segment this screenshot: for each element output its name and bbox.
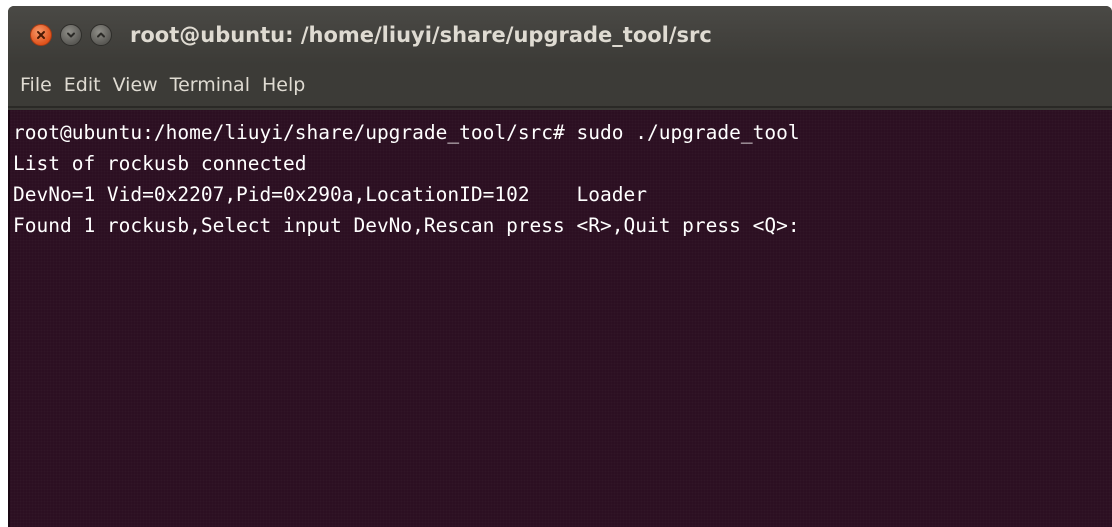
terminal-output[interactable]: root@ubuntu:/home/liuyi/share/upgrade_to… (8, 110, 1112, 527)
terminal-line-output: List of rockusb connected (13, 152, 307, 175)
terminal-window: root@ubuntu: /home/liuyi/share/upgrade_t… (8, 6, 1112, 527)
close-icon (37, 31, 45, 39)
window-title: root@ubuntu: /home/liuyi/share/upgrade_t… (130, 23, 712, 47)
menu-edit[interactable]: Edit (58, 70, 107, 100)
maximize-button[interactable] (90, 24, 112, 46)
window-controls (30, 24, 112, 46)
minimize-icon (67, 32, 75, 38)
terminal-line-command: root@ubuntu:/home/liuyi/share/upgrade_to… (13, 121, 800, 144)
menu-view[interactable]: View (107, 70, 164, 100)
menu-help[interactable]: Help (256, 70, 311, 100)
maximize-icon (97, 32, 105, 38)
terminal-line-device: DevNo=1 Vid=0x2207,Pid=0x290a,LocationID… (13, 183, 647, 206)
title-bar[interactable]: root@ubuntu: /home/liuyi/share/upgrade_t… (8, 6, 1112, 64)
menu-terminal[interactable]: Terminal (164, 70, 256, 100)
menu-file[interactable]: File (14, 70, 58, 100)
close-button[interactable] (30, 24, 52, 46)
menu-bar: File Edit View Terminal Help (8, 64, 1112, 108)
minimize-button[interactable] (60, 24, 82, 46)
terminal-line-prompt: Found 1 rockusb,Select input DevNo,Resca… (13, 214, 800, 237)
